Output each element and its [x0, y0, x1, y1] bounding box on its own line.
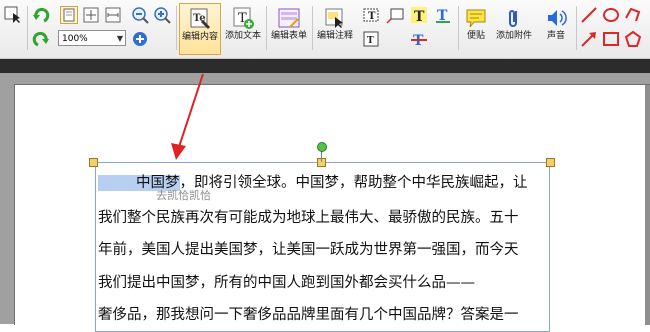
red-pointer-arrow [171, 73, 204, 160]
